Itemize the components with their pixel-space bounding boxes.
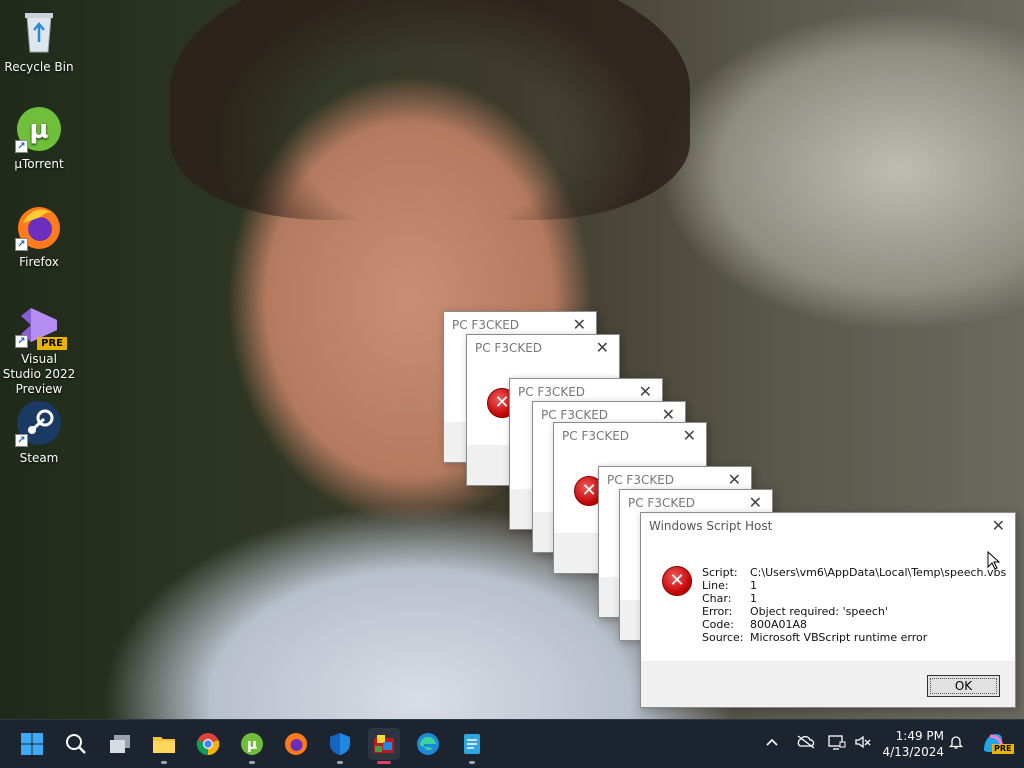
desktop-icon-firefox[interactable]: ↗ Firefox [2, 203, 76, 270]
desktop-icon-utorrent[interactable]: µ ↗ µTorrent [2, 105, 76, 172]
shortcut-arrow-icon: ↗ [15, 140, 28, 153]
notification-bell-icon[interactable] [948, 734, 964, 754]
chrome-icon [196, 733, 220, 756]
popup-title: PC F3CKED [518, 385, 586, 399]
script-host-dialog[interactable]: Windows Script Host ✕ ✕ Script: C:\Users\… [640, 512, 1016, 708]
close-icon[interactable]: ✕ [573, 315, 586, 334]
script-app-button[interactable] [368, 728, 400, 764]
close-icon[interactable]: ✕ [728, 470, 741, 489]
taskbar: µ 1:49 PM 4/13/2024 PRE [0, 719, 1024, 768]
desktop-icon-label: Visual Studio 2022 Preview [2, 352, 76, 396]
onedrive-offline-icon[interactable] [796, 734, 816, 754]
shortcut-arrow-icon: ↗ [15, 238, 28, 251]
utorrent-taskbar-button[interactable]: µ [236, 728, 268, 764]
field-key: Error: [702, 605, 733, 618]
error-details: Script: C:\Users\vm6\AppData\Local\Temp\s… [702, 566, 1006, 644]
popup-title: PC F3CKED [628, 496, 696, 510]
field-key: Code: [702, 618, 734, 631]
popup-title: PC F3CKED [562, 429, 630, 443]
firefox-icon [285, 733, 307, 755]
preview-badge: PRE [37, 337, 67, 350]
mouse-cursor-icon [987, 551, 1001, 570]
field-value: 800A01A8 [750, 618, 808, 631]
copilot-icon[interactable]: PRE [980, 730, 1014, 760]
firefox-taskbar-button[interactable] [280, 728, 312, 760]
copilot-preview-badge: PRE [992, 744, 1014, 754]
task-view-icon [110, 735, 130, 753]
desktop-icon-steam[interactable]: ↗ Steam [2, 399, 76, 466]
visual-studio-icon: ↗ PRE [15, 300, 67, 350]
firefox-icon: ↗ [15, 203, 63, 251]
chrome-button[interactable] [192, 728, 224, 760]
clock-date: 4/13/2024 [882, 745, 944, 759]
close-icon[interactable]: ✕ [639, 382, 652, 401]
desktop-icon-label: Recycle Bin [4, 60, 74, 74]
edge-icon [417, 733, 439, 755]
svg-text:µ: µ [247, 737, 257, 753]
script-app-icon [374, 735, 394, 753]
start-icon [21, 733, 43, 755]
field-key: Char: [702, 592, 732, 605]
popup-title: PC F3CKED [607, 473, 675, 487]
notepad-icon [464, 734, 480, 754]
field-value: 1 [750, 592, 757, 605]
shortcut-arrow-icon: ↗ [15, 434, 28, 447]
clock-time: 1:49 PM [895, 729, 944, 743]
dialog-title: Windows Script Host [649, 519, 773, 533]
search-icon [66, 734, 86, 754]
field-key: Source: [702, 631, 744, 644]
desktop-icon-label: Firefox [19, 255, 59, 269]
utorrent-icon: µ [241, 733, 263, 755]
file-explorer-button[interactable] [148, 728, 180, 764]
field-key: Script: [702, 566, 738, 579]
file-explorer-icon [153, 737, 175, 753]
desktop-icon-visual-studio[interactable]: ↗ PRE Visual Studio 2022 Preview [2, 300, 76, 397]
start-button[interactable] [16, 728, 48, 760]
recycle-bin-icon [15, 8, 63, 56]
ok-button[interactable]: OK [927, 675, 1000, 697]
desktop-icon-label: Steam [19, 451, 59, 465]
field-value: Microsoft VBScript runtime error [750, 631, 928, 644]
volume-muted-icon[interactable] [854, 734, 872, 754]
desktop-icon-recycle-bin[interactable]: Recycle Bin [2, 8, 76, 75]
popup-title: PC F3CKED [475, 341, 543, 355]
field-value: Object required: 'speech' [750, 605, 888, 618]
close-icon[interactable]: ✕ [683, 426, 696, 445]
utorrent-icon: µ ↗ [15, 105, 63, 153]
network-icon[interactable] [828, 734, 846, 754]
chevron-up-icon[interactable] [764, 734, 780, 754]
windows-security-icon [330, 733, 350, 755]
shortcut-arrow-icon: ↗ [15, 335, 28, 348]
field-value: 1 [750, 579, 757, 592]
windows-security-button[interactable] [324, 728, 356, 764]
close-icon[interactable]: ✕ [596, 338, 609, 357]
popup-title: PC F3CKED [452, 318, 520, 332]
clock[interactable]: 1:49 PM 4/13/2024 [882, 728, 944, 760]
edge-button[interactable] [412, 728, 444, 760]
close-icon[interactable]: ✕ [749, 493, 762, 512]
search-button[interactable] [60, 728, 92, 760]
error-icon: ✕ [662, 566, 692, 596]
desktop-icon-label: µTorrent [14, 157, 64, 171]
popup-title: PC F3CKED [541, 408, 609, 422]
steam-icon: ↗ [15, 399, 63, 447]
field-key: Line: [702, 579, 729, 592]
field-value: C:\Users\vm6\AppData\Local\Temp\speech.v… [750, 566, 1007, 579]
notepad-button[interactable] [456, 728, 488, 764]
task-view-button[interactable] [104, 728, 136, 760]
svg-text:µ: µ [29, 115, 48, 145]
close-icon[interactable]: ✕ [992, 516, 1005, 535]
